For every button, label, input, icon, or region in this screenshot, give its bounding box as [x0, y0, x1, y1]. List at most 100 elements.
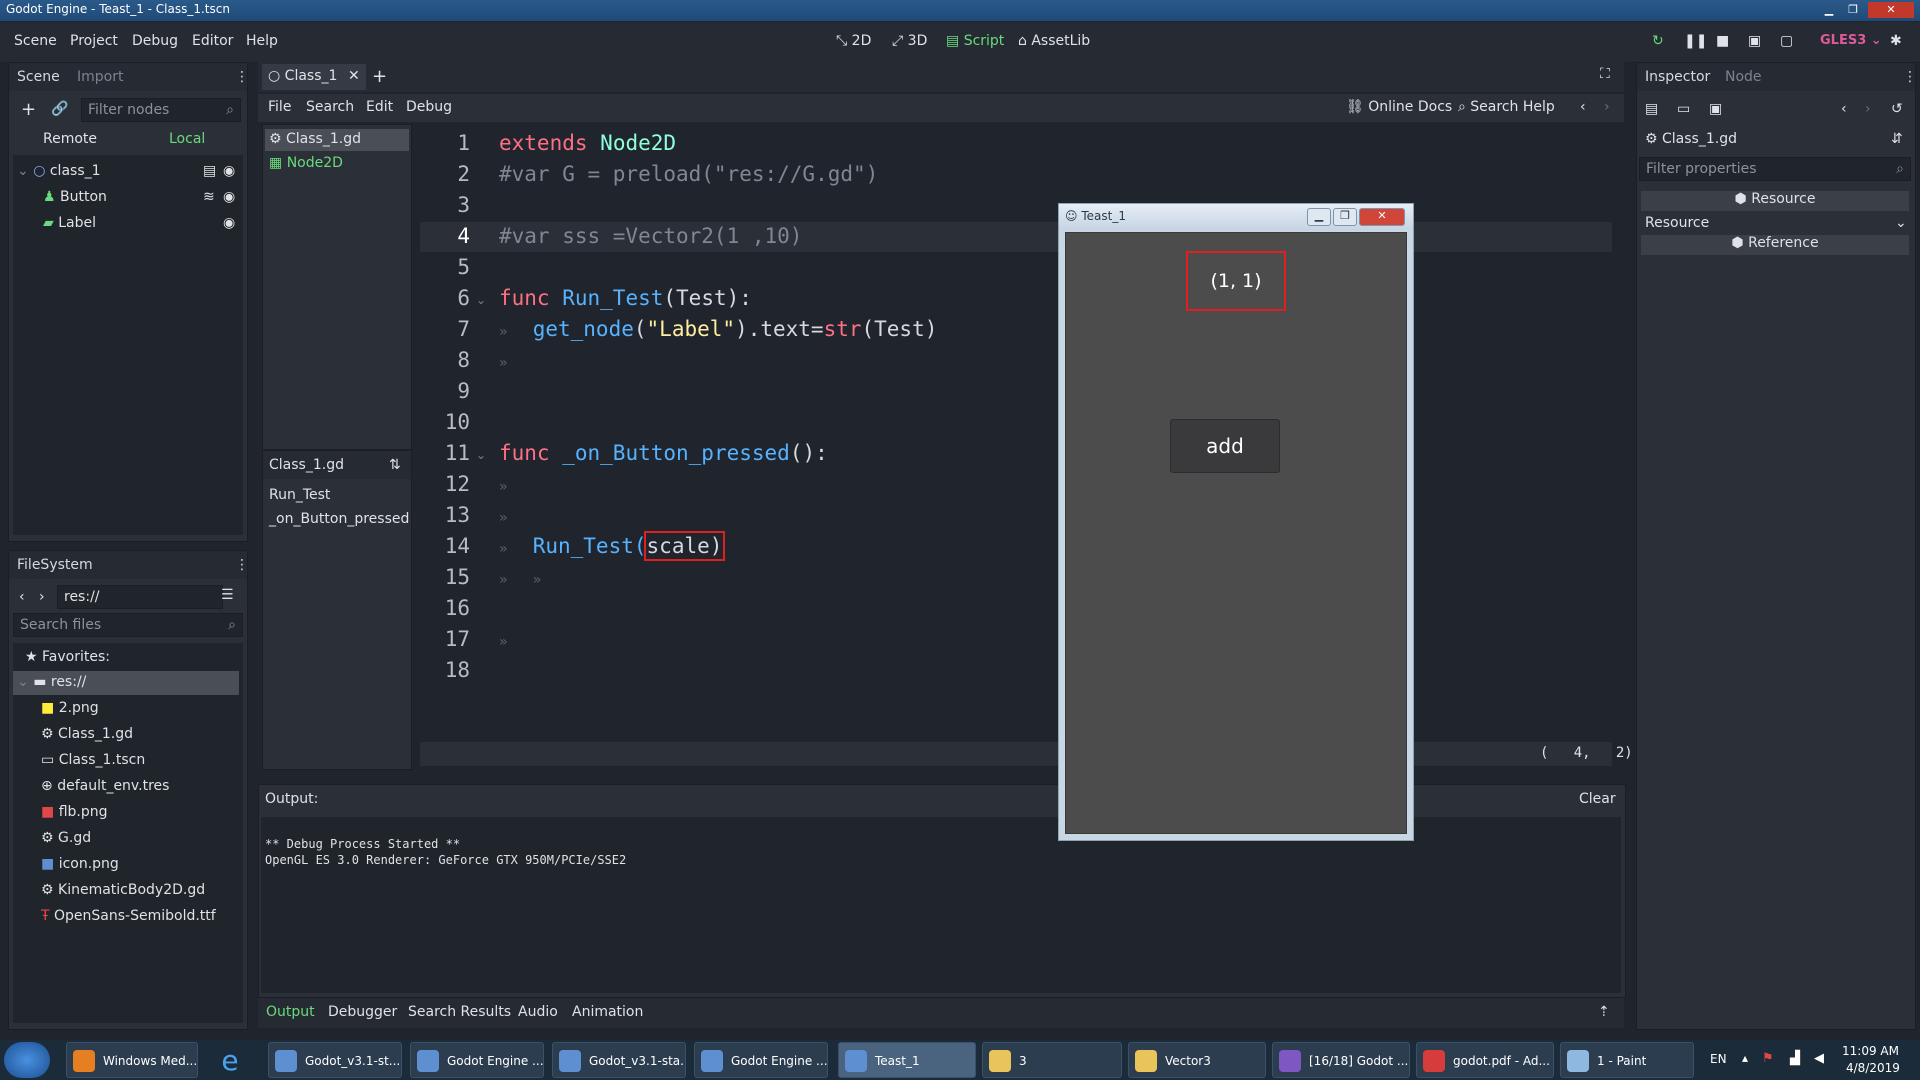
tab-audio[interactable]: Audio [518, 1004, 558, 1020]
visibility-eye-icon[interactable]: ◉ [223, 163, 235, 179]
file-item[interactable]: ■ 2.png [41, 700, 99, 716]
file-item[interactable]: ▭ Class_1.tscn [41, 752, 145, 768]
filesystem-menu-icon[interactable]: ⋮ [235, 557, 249, 573]
forward-icon[interactable]: › [39, 589, 45, 605]
play-scene-icon[interactable]: ▣ [1748, 33, 1761, 49]
menu-project[interactable]: Project [70, 33, 118, 49]
script-icon[interactable]: ▤ [203, 163, 216, 179]
reference-section-header[interactable]: ⬢ Reference [1641, 235, 1909, 255]
volume-icon[interactable]: ◀ [1814, 1051, 1824, 1066]
taskbar-item-paint[interactable]: 1 - Paint [1560, 1042, 1694, 1078]
tab-import[interactable]: Import [77, 69, 123, 85]
menu-debug[interactable]: Debug [132, 33, 178, 49]
path-field[interactable]: res:// [57, 585, 223, 609]
renderer-select[interactable]: GLES3 ⌄ [1820, 33, 1882, 48]
menu-help[interactable]: Help [246, 33, 278, 49]
add-node-icon[interactable]: + [21, 99, 36, 120]
fold-arrow-icon[interactable]: ⌄ [476, 448, 486, 462]
tree-node-class-1[interactable]: ⌄ ○ class_1 [17, 163, 101, 179]
script-menu-file[interactable]: File [268, 99, 291, 115]
history-forward-icon[interactable]: › [1604, 99, 1610, 115]
pause-icon[interactable]: ❚❚ [1684, 33, 1707, 49]
open-folder-icon[interactable]: ▭ [1677, 101, 1690, 117]
search-files-input[interactable]: Search files ⌕ [13, 613, 243, 637]
file-item[interactable]: ⚙ Class_1.gd [41, 726, 133, 742]
game-minimize-icon[interactable]: ▁ [1307, 208, 1331, 226]
taskbar-item-godot-3[interactable]: Godot_v3.1-sta... [552, 1042, 686, 1078]
menu-editor[interactable]: Editor [192, 33, 233, 49]
taskbar-item-vs[interactable]: [16/18] Godot ... [1272, 1042, 1410, 1078]
file-item[interactable]: ■ flb.png [41, 804, 108, 820]
stop-icon[interactable]: ■ [1716, 33, 1729, 49]
tab-node[interactable]: Node [1725, 69, 1762, 85]
back-icon[interactable]: ‹ [19, 589, 25, 605]
resource-section-header[interactable]: ⬢ Resource [1641, 191, 1909, 211]
tree-node-label-node[interactable]: ▰ Label [43, 215, 96, 231]
file-item[interactable]: ⚙ KinematicBody2D.gd [41, 882, 205, 898]
game-add-button[interactable]: add [1170, 419, 1280, 473]
tab-scene[interactable]: Scene [17, 69, 60, 85]
history-icon[interactable]: ↺ [1891, 101, 1903, 117]
script-list-item[interactable]: ⚙ Class_1.gd [269, 131, 361, 147]
split-view-icon[interactable]: ☰ [221, 587, 234, 603]
scene-dock-menu-icon[interactable]: ⋮ [235, 69, 249, 85]
history-back-icon[interactable]: ‹ [1580, 99, 1586, 115]
workspace-script[interactable]: ▤ Script [946, 33, 1004, 49]
inspected-object[interactable]: ⚙ Class_1.gd [1645, 131, 1737, 147]
script-menu-search[interactable]: Search [306, 99, 354, 115]
visibility-eye-icon[interactable]: ◉ [223, 189, 235, 205]
workspace-3d[interactable]: ⤢ 3D [892, 33, 927, 49]
game-viewport[interactable]: (1, 1) add [1065, 232, 1407, 834]
history-forward-icon[interactable]: › [1865, 101, 1871, 117]
new-resource-icon[interactable]: ▤ [1645, 101, 1658, 117]
add-tab-icon[interactable]: + [372, 66, 387, 87]
output-log[interactable]: ** Debug Process Started ** OpenGL ES 3.… [261, 817, 1621, 993]
sort-icon[interactable]: ⇅ [389, 457, 401, 473]
filter-properties-input[interactable]: Filter properties ⌕ [1639, 157, 1911, 181]
game-close-icon[interactable]: ✕ [1359, 208, 1405, 226]
tab-animation[interactable]: Animation [572, 1004, 643, 1020]
visibility-eye-icon[interactable]: ◉ [223, 215, 235, 231]
close-tab-icon[interactable]: ✕ [348, 68, 360, 84]
minimize-icon[interactable]: ▁ [1818, 2, 1840, 18]
tab-inspector[interactable]: Inspector [1645, 69, 1710, 85]
resource-property-row[interactable]: Resource ⌄ [1641, 214, 1909, 234]
method-item-run-test[interactable]: Run_Test [269, 487, 330, 503]
taskbar-item-media[interactable]: Windows Med... [66, 1042, 198, 1078]
file-item[interactable]: ⊕ default_env.tres [41, 778, 169, 794]
link-icon[interactable]: 🔗 [51, 101, 68, 117]
taskbar-item-godot-1[interactable]: Godot_v3.1-st... [268, 1042, 402, 1078]
game-maximize-icon[interactable]: ❐ [1333, 208, 1357, 226]
method-item-on-button-pressed[interactable]: _on_Button_pressed [269, 511, 409, 527]
favorites-item[interactable]: ★ Favorites: [25, 649, 110, 665]
script-menu-edit[interactable]: Edit [366, 99, 393, 115]
local-button[interactable]: Local [169, 131, 205, 147]
start-button[interactable] [4, 1042, 50, 1078]
expand-panel-icon[interactable]: ⇡ [1598, 1004, 1610, 1020]
close-icon[interactable]: ✕ [1868, 2, 1914, 18]
taskbar-item-godot-4[interactable]: Godot Engine ... [694, 1042, 828, 1078]
tab-filesystem[interactable]: FileSystem [17, 557, 93, 573]
workspace-assetlib[interactable]: ⌂ AssetLib [1018, 33, 1090, 49]
file-item[interactable]: Ŧ OpenSans-Semibold.ttf [41, 908, 216, 924]
search-help-button[interactable]: ⌕ Search Help [1458, 99, 1555, 115]
inspector-menu-icon[interactable]: ⋮ [1903, 69, 1917, 85]
script-menu-debug[interactable]: Debug [406, 99, 452, 115]
signal-icon[interactable]: ≋ [203, 189, 215, 205]
object-properties-icon[interactable]: ⇵ [1891, 131, 1903, 147]
clock-time[interactable]: 11:09 AM [1842, 1044, 1899, 1058]
network-icon[interactable]: ▟ [1790, 1051, 1800, 1066]
ie-icon[interactable]: e [212, 1044, 248, 1077]
save-icon[interactable]: ▣ [1709, 101, 1722, 117]
script-list-item[interactable]: ▦ Node2D [269, 155, 343, 171]
taskbar-item-godot-2[interactable]: Godot Engine ... [410, 1042, 544, 1078]
tab-output[interactable]: Output [266, 1004, 315, 1020]
filter-nodes-input[interactable]: Filter nodes ⌕ [81, 98, 241, 122]
workspace-2d[interactable]: ⤡ 2D [836, 33, 871, 49]
tab-debugger[interactable]: Debugger [328, 1004, 397, 1020]
taskbar-item-pdf[interactable]: godot.pdf - Ad... [1416, 1042, 1554, 1078]
tab-class-1[interactable]: ○ Class_1 ✕ [262, 64, 366, 90]
taskbar-item-folder-3[interactable]: 3 [982, 1042, 1122, 1078]
code-editor[interactable] [420, 125, 1612, 740]
tray-app-icon[interactable]: ⚑ [1762, 1051, 1774, 1066]
